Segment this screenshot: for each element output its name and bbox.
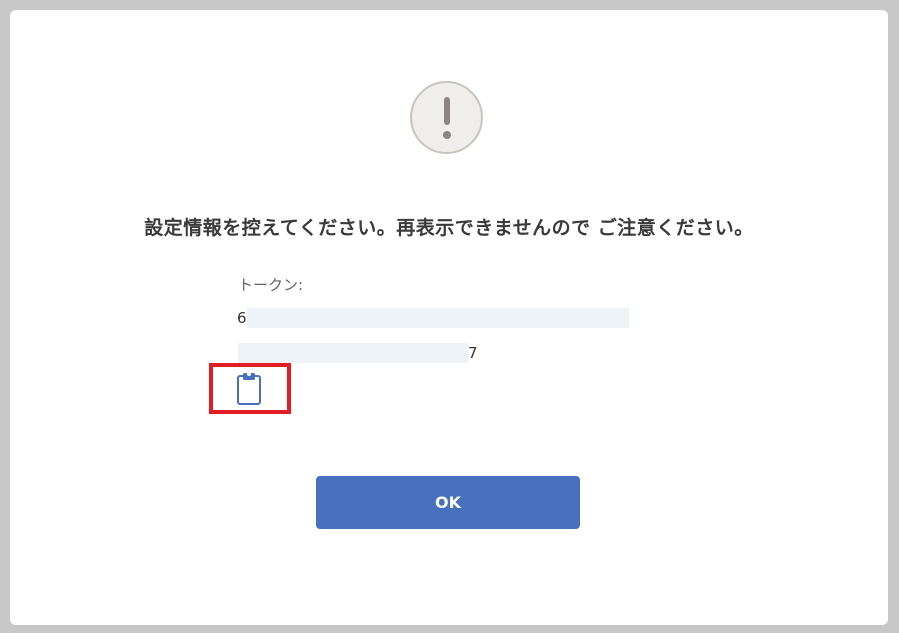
token-visible-char-2: 7: [468, 344, 478, 362]
dialog-message: 設定情報を控えてください。再表示できませんので ご注意ください。: [144, 217, 754, 239]
token-mask-2: [238, 343, 468, 363]
token-line-1: 6: [237, 308, 629, 328]
ok-button[interactable]: OK: [316, 476, 580, 529]
token-mask-1: [246, 308, 629, 328]
token-line-2: 7: [238, 343, 478, 363]
token-dialog: 設定情報を控えてください。再表示できませんので ご注意ください。 トークン: 6…: [10, 10, 888, 625]
copy-token-button[interactable]: [234, 370, 264, 406]
clipboard-icon: [237, 372, 261, 405]
token-label: トークン:: [238, 276, 304, 294]
warning-icon: [410, 81, 483, 154]
token-visible-char-1: 6: [237, 309, 247, 327]
